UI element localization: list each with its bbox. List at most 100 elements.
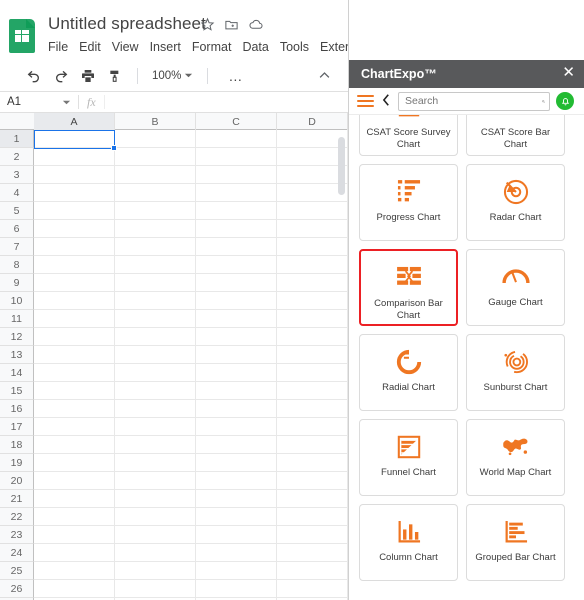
chevron-up-icon[interactable] — [317, 68, 332, 88]
column-header-d[interactable]: D — [277, 113, 348, 130]
chevron-left-icon[interactable] — [381, 93, 392, 110]
grid-cell-A23[interactable] — [34, 526, 115, 544]
row-header-8[interactable]: 8 — [0, 256, 34, 274]
grid-cell-A13[interactable] — [34, 346, 115, 364]
grid-cell-B24[interactable] — [115, 544, 196, 562]
grid-cell-C2[interactable] — [196, 148, 277, 166]
grid-cell-B6[interactable] — [115, 220, 196, 238]
close-icon[interactable]: ✕ — [562, 65, 575, 80]
grid-cell-B4[interactable] — [115, 184, 196, 202]
grid-cell-B19[interactable] — [115, 454, 196, 472]
grid-cell-A10[interactable] — [34, 292, 115, 310]
grid-cell-D11[interactable] — [277, 310, 348, 328]
cloud-saved-icon[interactable] — [248, 17, 264, 32]
row-header-7[interactable]: 7 — [0, 238, 34, 256]
chart-card-column-chart[interactable]: Column Chart — [359, 504, 458, 581]
grid-row[interactable] — [34, 292, 348, 310]
grid-cell-A21[interactable] — [34, 490, 115, 508]
grid-cell-A15[interactable] — [34, 382, 115, 400]
grid-row[interactable] — [34, 544, 348, 562]
row-header-22[interactable]: 22 — [0, 508, 34, 526]
grid-cell-B3[interactable] — [115, 166, 196, 184]
grid-cell-D26[interactable] — [277, 580, 348, 598]
grid-cell-B14[interactable] — [115, 364, 196, 382]
grid-row[interactable] — [34, 580, 348, 598]
chart-card-radial-chart[interactable]: Radial Chart — [359, 334, 458, 411]
grid-row[interactable] — [34, 526, 348, 544]
grid-cell-C26[interactable] — [196, 580, 277, 598]
grid-cell-B13[interactable] — [115, 346, 196, 364]
grid-row[interactable] — [34, 400, 348, 418]
grid-cell-B17[interactable] — [115, 418, 196, 436]
grid-row[interactable] — [34, 148, 348, 166]
grid-cell-A17[interactable] — [34, 418, 115, 436]
zoom-selector[interactable]: 100% — [148, 70, 197, 82]
grid-row[interactable] — [34, 346, 348, 364]
grid-row[interactable] — [34, 490, 348, 508]
grid-cell-A11[interactable] — [34, 310, 115, 328]
grid-cell-D5[interactable] — [277, 202, 348, 220]
grid-cell-D18[interactable] — [277, 436, 348, 454]
row-header-1[interactable]: 1 — [0, 130, 34, 148]
row-header-17[interactable]: 17 — [0, 418, 34, 436]
grid-row[interactable] — [34, 166, 348, 184]
name-box[interactable]: A1 — [0, 96, 78, 108]
grid-cell-C5[interactable] — [196, 202, 277, 220]
row-header-26[interactable]: 26 — [0, 580, 34, 598]
row-header-25[interactable]: 25 — [0, 562, 34, 580]
row-header-24[interactable]: 24 — [0, 544, 34, 562]
grid-cell-B26[interactable] — [115, 580, 196, 598]
chart-card-comparison-bar-chart[interactable]: Comparison Bar Chart — [359, 249, 458, 326]
grid-cell-A18[interactable] — [34, 436, 115, 454]
grid-row[interactable] — [34, 562, 348, 580]
grid-cell-C12[interactable] — [196, 328, 277, 346]
grid-row[interactable] — [34, 202, 348, 220]
grid-cell-B20[interactable] — [115, 472, 196, 490]
chart-card-sunburst-chart[interactable]: Sunburst Chart — [466, 334, 565, 411]
grid-cell-B9[interactable] — [115, 274, 196, 292]
grid-cell-B23[interactable] — [115, 526, 196, 544]
chart-card-world-map-chart[interactable]: World Map Chart — [466, 419, 565, 496]
grid-cell-C3[interactable] — [196, 166, 277, 184]
grid-cell-A3[interactable] — [34, 166, 115, 184]
grid-cell-C15[interactable] — [196, 382, 277, 400]
formula-input[interactable] — [103, 95, 348, 109]
grid-cell-D16[interactable] — [277, 400, 348, 418]
grid-cell-C13[interactable] — [196, 346, 277, 364]
row-header-4[interactable]: 4 — [0, 184, 34, 202]
hamburger-menu-icon[interactable] — [357, 94, 374, 108]
grid-cell-C10[interactable] — [196, 292, 277, 310]
grid-cell-C4[interactable] — [196, 184, 277, 202]
grid-cell-A25[interactable] — [34, 562, 115, 580]
menu-item-file[interactable]: File — [48, 40, 68, 54]
column-header-c[interactable]: C — [196, 113, 277, 130]
grid-row[interactable] — [34, 256, 348, 274]
row-header-12[interactable]: 12 — [0, 328, 34, 346]
grid-cell-B2[interactable] — [115, 148, 196, 166]
grid-vertical-scrollbar[interactable] — [338, 137, 345, 195]
undo-icon[interactable] — [22, 64, 46, 88]
row-header-14[interactable]: 14 — [0, 364, 34, 382]
grid-cell-A20[interactable] — [34, 472, 115, 490]
grid-row[interactable] — [34, 472, 348, 490]
grid-cell-D21[interactable] — [277, 490, 348, 508]
grid-cell-C7[interactable] — [196, 238, 277, 256]
row-header-16[interactable]: 16 — [0, 400, 34, 418]
grid-cell-B5[interactable] — [115, 202, 196, 220]
print-icon[interactable] — [76, 64, 100, 88]
grid-cell-D17[interactable] — [277, 418, 348, 436]
search-input[interactable] — [403, 94, 542, 108]
grid-cell-A14[interactable] — [34, 364, 115, 382]
menu-item-insert[interactable]: Insert — [150, 40, 181, 54]
row-header-3[interactable]: 3 — [0, 166, 34, 184]
selection-fill-handle[interactable] — [111, 145, 117, 151]
grid-cell-C20[interactable] — [196, 472, 277, 490]
grid-cell-D12[interactable] — [277, 328, 348, 346]
grid-cell-A12[interactable] — [34, 328, 115, 346]
grid-cell-A26[interactable] — [34, 580, 115, 598]
grid-cell-B25[interactable] — [115, 562, 196, 580]
grid-cell-D13[interactable] — [277, 346, 348, 364]
grid-cell-B15[interactable] — [115, 382, 196, 400]
grid-cell-B10[interactable] — [115, 292, 196, 310]
row-header-11[interactable]: 11 — [0, 310, 34, 328]
